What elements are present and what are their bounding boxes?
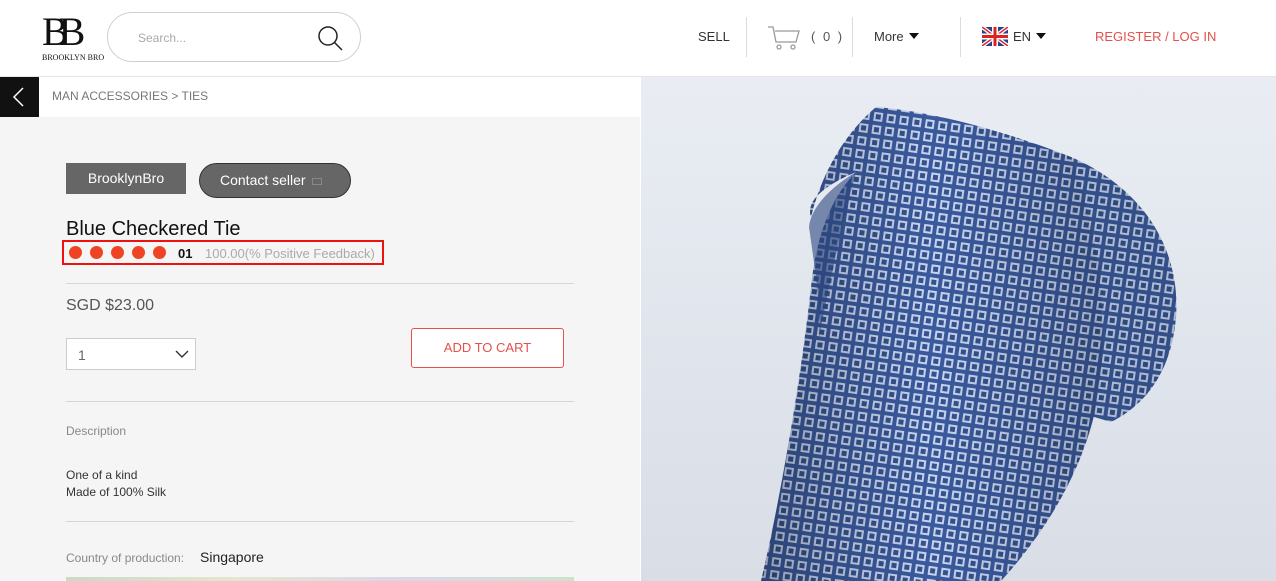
rating-count: 01 — [178, 246, 193, 261]
quantity-select[interactable]: 1 — [66, 338, 196, 370]
divider — [66, 283, 574, 284]
back-button[interactable] — [0, 77, 39, 117]
register-login-link[interactable]: REGISTER / LOG IN — [1095, 29, 1216, 44]
product-image[interactable] — [641, 77, 1276, 581]
contact-seller-button[interactable]: Contact seller — [199, 163, 351, 198]
logo-text: BROOKLYN BRO — [42, 53, 105, 62]
contact-seller-label: Contact seller — [220, 172, 306, 188]
add-to-cart-button[interactable]: ADD TO CART — [411, 328, 564, 368]
nav-divider — [960, 17, 961, 57]
language-label: EN — [1013, 29, 1032, 44]
chevron-left-icon — [12, 87, 24, 107]
cart-icon[interactable] — [767, 24, 801, 52]
search-box — [107, 12, 361, 62]
product-details-panel: MAN ACCESSORIES > TIES BrooklynBro Conta… — [0, 77, 640, 581]
nav-divider — [746, 17, 747, 57]
breadcrumb[interactable]: MAN ACCESSORIES > TIES — [52, 89, 208, 103]
language-selector[interactable]: EN — [1013, 29, 1047, 44]
search-input[interactable] — [138, 28, 318, 48]
search-icon[interactable] — [316, 24, 344, 52]
uk-flag-icon[interactable] — [982, 27, 1008, 46]
map-preview[interactable] — [66, 577, 574, 581]
mail-icon — [311, 178, 322, 185]
sell-link[interactable]: SELL — [698, 29, 730, 44]
quantity-value: 1 — [78, 347, 86, 363]
seller-button[interactable]: BrooklynBro — [66, 163, 186, 194]
cart-count[interactable]: ( 0 ) — [811, 29, 844, 44]
more-menu[interactable]: More — [874, 29, 919, 44]
rating-dot-icon — [90, 246, 103, 259]
logo-mark: BB — [42, 9, 85, 54]
breadcrumb-bar: MAN ACCESSORIES > TIES — [0, 77, 640, 117]
tie-photo — [761, 107, 1177, 581]
caret-down-icon — [908, 33, 919, 39]
description-line: Made of 100% Silk — [66, 485, 167, 499]
product-title: Blue Checkered Tie — [66, 218, 241, 240]
country-label: Country of production: — [66, 551, 185, 565]
rating-dot-icon — [132, 246, 145, 259]
chevron-down-icon — [175, 350, 189, 358]
rating-feedback: 100.00(% Positive Feedback) — [205, 246, 375, 261]
more-label: More — [874, 29, 904, 44]
divider — [66, 521, 574, 522]
site-header: BB BROOKLYN BRO SELL ( 0 ) More EN REGIS… — [0, 0, 1276, 77]
rating-dot-icon — [153, 246, 166, 259]
product-price: SGD $23.00 — [66, 297, 155, 314]
description-label: Description — [66, 424, 127, 438]
rating-dot-icon — [111, 246, 124, 259]
site-logo[interactable]: BB BROOKLYN BRO — [40, 9, 104, 64]
country-value: Singapore — [200, 549, 264, 565]
caret-down-icon — [1036, 33, 1047, 39]
rating-dot-icon — [69, 246, 82, 259]
seller-rating: 01 100.00(% Positive Feedback) — [62, 240, 384, 265]
description-line: One of a kind — [66, 468, 138, 482]
nav-divider — [852, 17, 853, 57]
divider — [66, 401, 574, 402]
